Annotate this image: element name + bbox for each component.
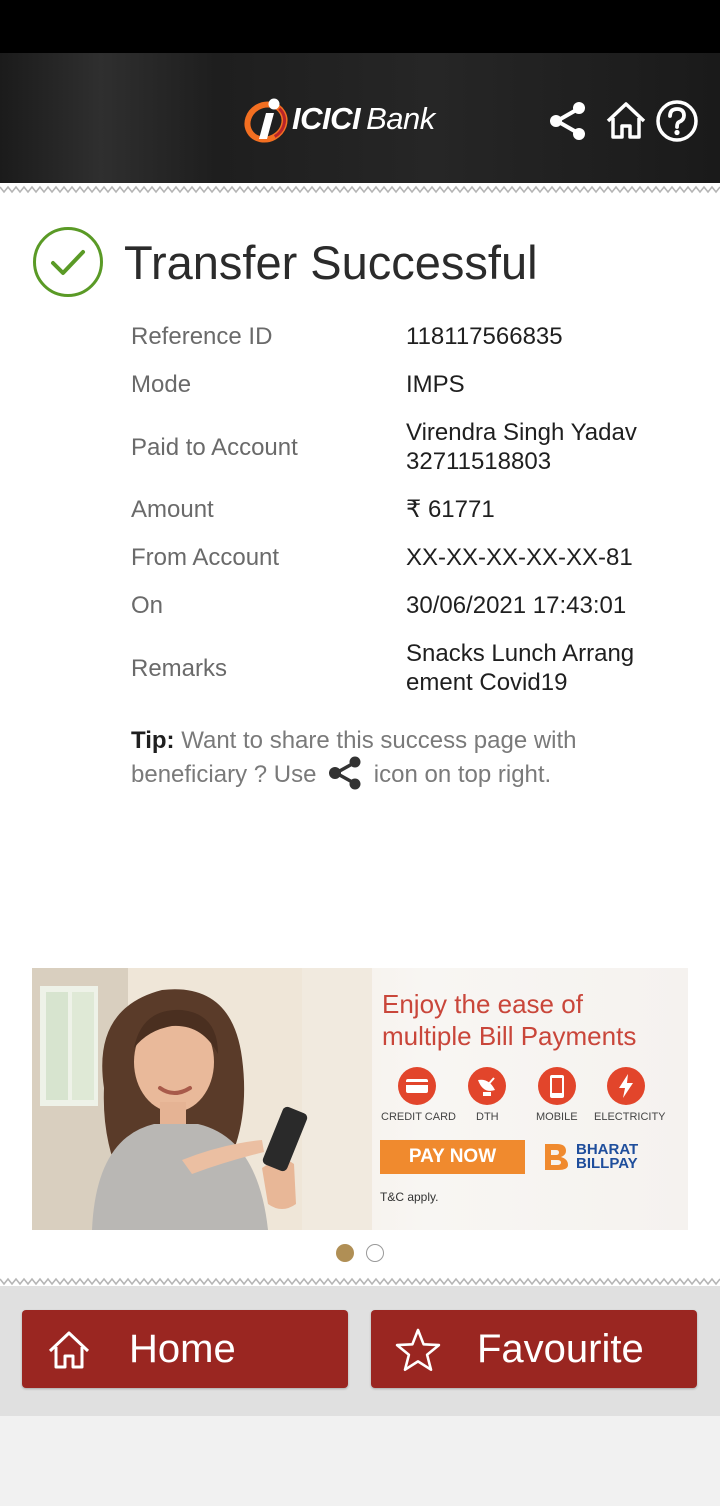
pay-now-button[interactable]: PAY NOW bbox=[380, 1140, 525, 1174]
bill-payment-banner[interactable]: Enjoy the ease of multiple Bill Payments… bbox=[32, 968, 688, 1230]
woman-with-phone-image bbox=[32, 968, 372, 1230]
page-title: Transfer Successful bbox=[124, 235, 538, 289]
remarks-value-line2: ement Covid19 bbox=[406, 669, 568, 696]
electricity-icon bbox=[607, 1067, 645, 1105]
bank-name: ICICI Bank bbox=[292, 101, 435, 137]
dth-label: DTH bbox=[476, 1111, 499, 1123]
dth-icon bbox=[468, 1067, 506, 1105]
credit-card-label: CREDIT CARD bbox=[381, 1111, 456, 1123]
remarks-label: Remarks bbox=[131, 655, 228, 682]
date-label: On bbox=[131, 592, 164, 619]
check-circle-icon bbox=[33, 227, 103, 297]
icici-bank-logo: ICICI Bank bbox=[244, 93, 435, 145]
bbps-text: BHARAT BILLPAY bbox=[576, 1142, 638, 1172]
banner-headline: Enjoy the ease of multiple Bill Payments bbox=[382, 988, 636, 1052]
home-icon[interactable] bbox=[604, 99, 648, 143]
zigzag-divider-top bbox=[0, 185, 720, 194]
mobile-label: MOBILE bbox=[536, 1111, 578, 1123]
terms-text: T&C apply. bbox=[380, 1190, 439, 1204]
carousel-dot-active[interactable] bbox=[336, 1244, 354, 1262]
brand-icici: ICICI bbox=[292, 101, 361, 136]
payee-account-value: 32711518803 bbox=[406, 448, 552, 475]
transfer-status: Transfer Successful bbox=[32, 226, 538, 298]
credit-card-icon bbox=[398, 1067, 436, 1105]
date-value: 30/06/2021 17:43:01 bbox=[406, 592, 627, 619]
favourite-button-label: Favourite bbox=[477, 1327, 644, 1371]
status-bar bbox=[0, 0, 720, 53]
from-account-value: XX-XX-XX-XX-XX-81 bbox=[406, 544, 633, 571]
paid-to-account-label: Paid to Account bbox=[131, 434, 298, 461]
brand-bank: Bank bbox=[366, 101, 435, 136]
electricity-label: ELECTRICITY bbox=[594, 1111, 666, 1123]
share-tip: Tip: Want to share this success page wit… bbox=[131, 726, 651, 790]
carousel-dot[interactable] bbox=[366, 1244, 384, 1262]
amount-label: Amount bbox=[131, 496, 214, 523]
mode-label: Mode bbox=[131, 371, 192, 398]
favourite-button[interactable]: Favourite bbox=[371, 1310, 697, 1388]
icici-logo-icon bbox=[244, 98, 288, 143]
home-button[interactable]: Home bbox=[22, 1310, 348, 1388]
tip-text-after: icon on top right. bbox=[373, 761, 552, 788]
from-account-label: From Account bbox=[131, 544, 280, 571]
banner-headline-line1: Enjoy the ease of bbox=[382, 989, 583, 1019]
remarks-value-line1: Snacks Lunch Arrang bbox=[406, 640, 635, 667]
bharat-billpay-logo: BHARAT BILLPAY bbox=[542, 1142, 638, 1172]
home-button-label: Home bbox=[129, 1327, 236, 1371]
share-icon[interactable] bbox=[546, 99, 590, 143]
tip-label: Tip: bbox=[131, 727, 175, 754]
share-icon-inline bbox=[329, 756, 361, 790]
nav-bar-area bbox=[0, 1416, 720, 1506]
home-outline-icon bbox=[48, 1331, 90, 1369]
reference-id-label: Reference ID bbox=[131, 323, 273, 350]
help-icon[interactable] bbox=[655, 99, 699, 143]
payee-name-value: Virendra Singh Yadav bbox=[406, 419, 637, 446]
zigzag-divider-bottom bbox=[0, 1277, 720, 1286]
app-header: ICICI Bank bbox=[0, 53, 720, 183]
bbps-line2: BILLPAY bbox=[576, 1155, 638, 1172]
banner-headline-line2: multiple Bill Payments bbox=[382, 1021, 637, 1051]
mode-value: IMPS bbox=[406, 371, 465, 398]
star-outline-icon bbox=[395, 1328, 441, 1372]
amount-value: ₹ 61771 bbox=[406, 496, 495, 523]
reference-id-value: 118117566835 bbox=[406, 323, 563, 350]
bbps-b-icon bbox=[545, 1144, 568, 1170]
mobile-icon bbox=[538, 1067, 576, 1105]
